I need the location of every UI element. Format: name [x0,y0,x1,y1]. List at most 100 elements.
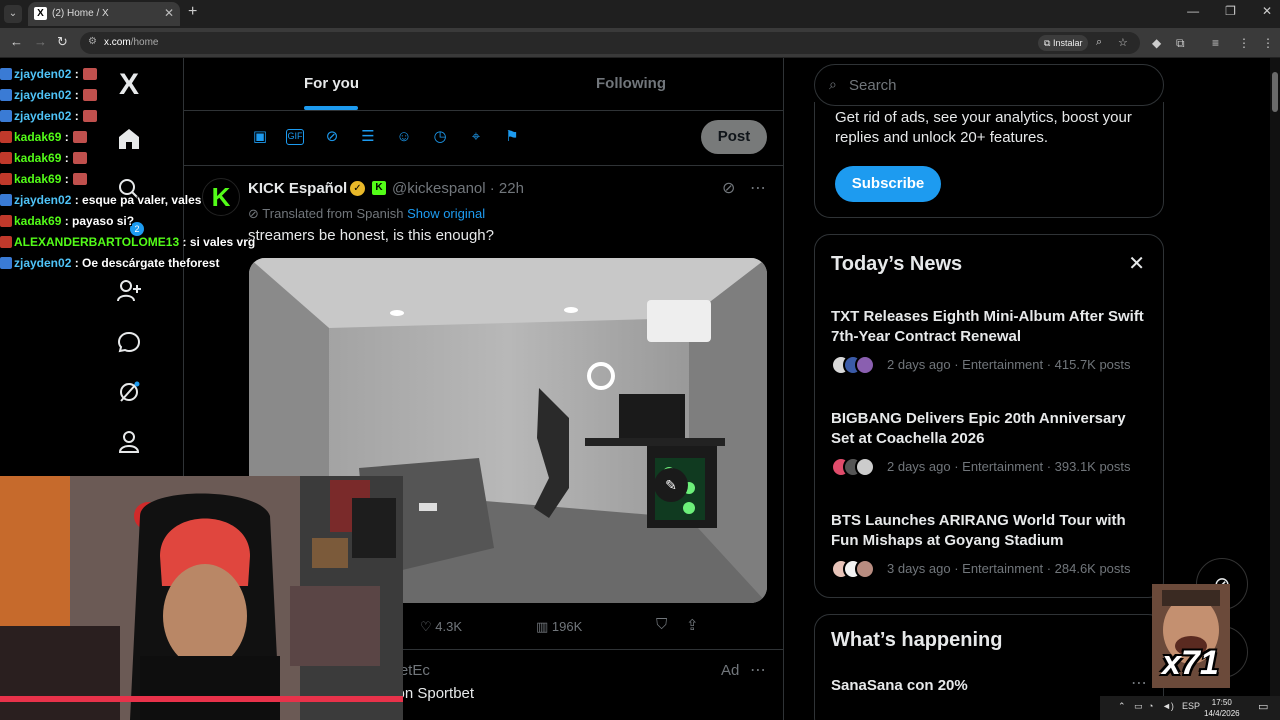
follow-icon[interactable] [112,274,146,308]
chat-text: : [64,129,69,144]
language-indicator[interactable]: ESP [1182,701,1200,711]
extensions-puzzle-icon[interactable]: ⧉ [1176,36,1185,51]
forward-icon[interactable]: → [34,34,47,49]
tab-for-you[interactable]: For you [304,75,359,92]
chat-badge-icon [0,130,12,143]
edit-image-icon[interactable]: ✎ [654,468,688,502]
grok-compose-icon[interactable]: ⊘ [322,127,342,147]
profile-menu-icon[interactable]: ⋮ [1238,36,1250,50]
show-original-link[interactable]: Show original [407,206,485,221]
gif-icon[interactable]: GIF [286,129,304,145]
media-controls-icon[interactable]: ≡ [1212,36,1219,50]
new-tab-button[interactable]: + [188,3,197,21]
news-avatars [831,355,881,375]
volume-icon[interactable]: ◄) [1162,701,1174,711]
profile-icon[interactable] [112,425,146,459]
tray-chevron-icon[interactable]: ⌃ [1118,701,1126,712]
more-options-icon[interactable]: ⋯ [750,178,766,198]
like-button[interactable]: ♡ 4.3K [420,619,462,635]
chat-badge-icon [0,256,12,269]
page-scrollbar[interactable] [1270,58,1280,696]
scroll-thumb[interactable] [1272,72,1278,112]
minimize-icon[interactable]: — [1187,4,1199,18]
chat-message: zjayden02 : [0,87,260,108]
chat-emote-icon [72,151,87,164]
avatar [855,457,875,477]
post-composer: ▣ GIF ⊘ ☰ ☺ ◷ ⌖ ⚑ Post [184,111,783,166]
views-button[interactable]: ▥ 196K [536,619,582,635]
tab-following[interactable]: Following [596,75,666,92]
address-bar[interactable]: ⚙ x.com/home ⧉ Instalar ⌕ ☆ [80,32,1140,54]
notifications-center-icon[interactable]: ▭ [1258,700,1268,713]
chat-text: : si vales vrg [182,234,256,249]
search-input[interactable]: ⌕ Search [814,64,1164,106]
chat-username: zjayden02 [14,255,72,270]
wifi-icon[interactable]: ◔ [1148,701,1153,711]
chat-badge-icon [0,235,12,248]
poll-icon[interactable]: ☰ [358,127,378,147]
chat-text: : [64,150,69,165]
window-controls: — ❐ ✕ [1187,4,1272,18]
post-button[interactable]: Post [701,120,767,154]
subscribe-button[interactable]: Subscribe [835,166,941,202]
clock[interactable]: 17:50 14/4/2026 [1204,697,1240,719]
bookmark-icon[interactable]: ⛉ [656,616,667,633]
tweet-author-name[interactable]: KICK Español [248,180,347,197]
news-item[interactable]: BIGBANG Delivers Epic 20th Anniversary S… [831,409,1151,477]
chat-username: kadak69 [14,171,62,186]
tweet-handle[interactable]: @kickespanol · 22h [392,180,524,197]
back-icon[interactable]: ← [10,34,23,49]
share-icon[interactable]: ⇪ [686,616,699,634]
close-window-icon[interactable]: ✕ [1262,4,1272,18]
browser-tab-active[interactable]: X (2) Home / X ✕ [28,2,180,26]
reload-icon[interactable]: ↻ [57,34,68,50]
chat-emote-icon [82,67,97,80]
chat-emote-icon [82,109,97,122]
chat-text: : [74,108,79,123]
tab-search-menu[interactable]: ⌄ [4,5,22,23]
location-icon[interactable]: ⌖ [466,127,486,147]
chat-badge-icon [0,67,12,80]
schedule-icon[interactable]: ◷ [430,127,450,147]
site-info-icon[interactable]: ⚙ [88,36,97,47]
chat-message: ALEXANDERBARTOLOME13 : si vales vrg [0,234,260,255]
restore-icon[interactable]: ❐ [1225,4,1236,18]
browser-menu-icon[interactable]: ⋮ [1262,36,1274,50]
grok-explain-icon[interactable]: ⊘ [722,178,735,198]
chat-text: : payaso si? [64,213,135,228]
zoom-icon[interactable]: ⌕ [1096,36,1102,49]
trend-item[interactable]: SanaSana con 20% [831,677,968,694]
bookmark-star-icon[interactable]: ☆ [1118,36,1128,49]
network-icon[interactable]: ▭ [1134,701,1143,712]
stream-chat-overlay: zjayden02 : zjayden02 : zjayden02 : kadak69… [0,66,260,276]
chat-text: : [64,171,69,186]
chat-username: zjayden02 [14,192,72,207]
browser-toolbar: ← → ↻ ⚙ x.com/home ⧉ Instalar ⌕ ☆ ◆ ⧉ ≡ … [0,28,1280,58]
emoji-icon[interactable]: ☺ [394,127,414,147]
ad-label: Ad [721,662,740,679]
trend-more-icon[interactable]: ⋯ [1131,673,1147,693]
grok-icon[interactable] [112,375,146,409]
tab-close-icon[interactable]: ✕ [164,6,174,20]
chat-username: kadak69 [14,129,62,144]
chat-emote-icon [72,130,87,143]
flag-icon[interactable]: ⚑ [502,127,522,147]
todays-news-panel: Today’s News ✕ TXT Releases Eighth Mini-… [814,234,1164,598]
chat-text: : Oe descárgate theforest [74,255,220,270]
happening-title: What’s happening [831,629,1003,651]
timeline-tabs: For you Following [184,58,783,111]
news-item[interactable]: TXT Releases Eighth Mini-Album After Swi… [831,307,1151,375]
chat-badge-icon [0,88,12,101]
translation-notice: ⊘ Translated from Spanish Show original [248,206,486,221]
avatar [855,355,875,375]
tab-title: (2) Home / X [52,8,109,19]
x-favicon-icon: X [34,7,47,20]
extension-icon[interactable]: ◆ [1152,36,1161,50]
messages-icon[interactable] [112,325,146,359]
premium-card: Get rid of ads, see your analytics, boos… [814,102,1164,218]
close-icon[interactable]: ✕ [1128,251,1145,276]
ad-more-icon[interactable]: ⋯ [750,660,766,680]
news-item[interactable]: BTS Launches ARIRANG World Tour with Fun… [831,511,1151,579]
chat-text: : esque pa valer, vales [74,192,202,207]
install-app-button[interactable]: ⧉ Instalar [1038,35,1089,51]
